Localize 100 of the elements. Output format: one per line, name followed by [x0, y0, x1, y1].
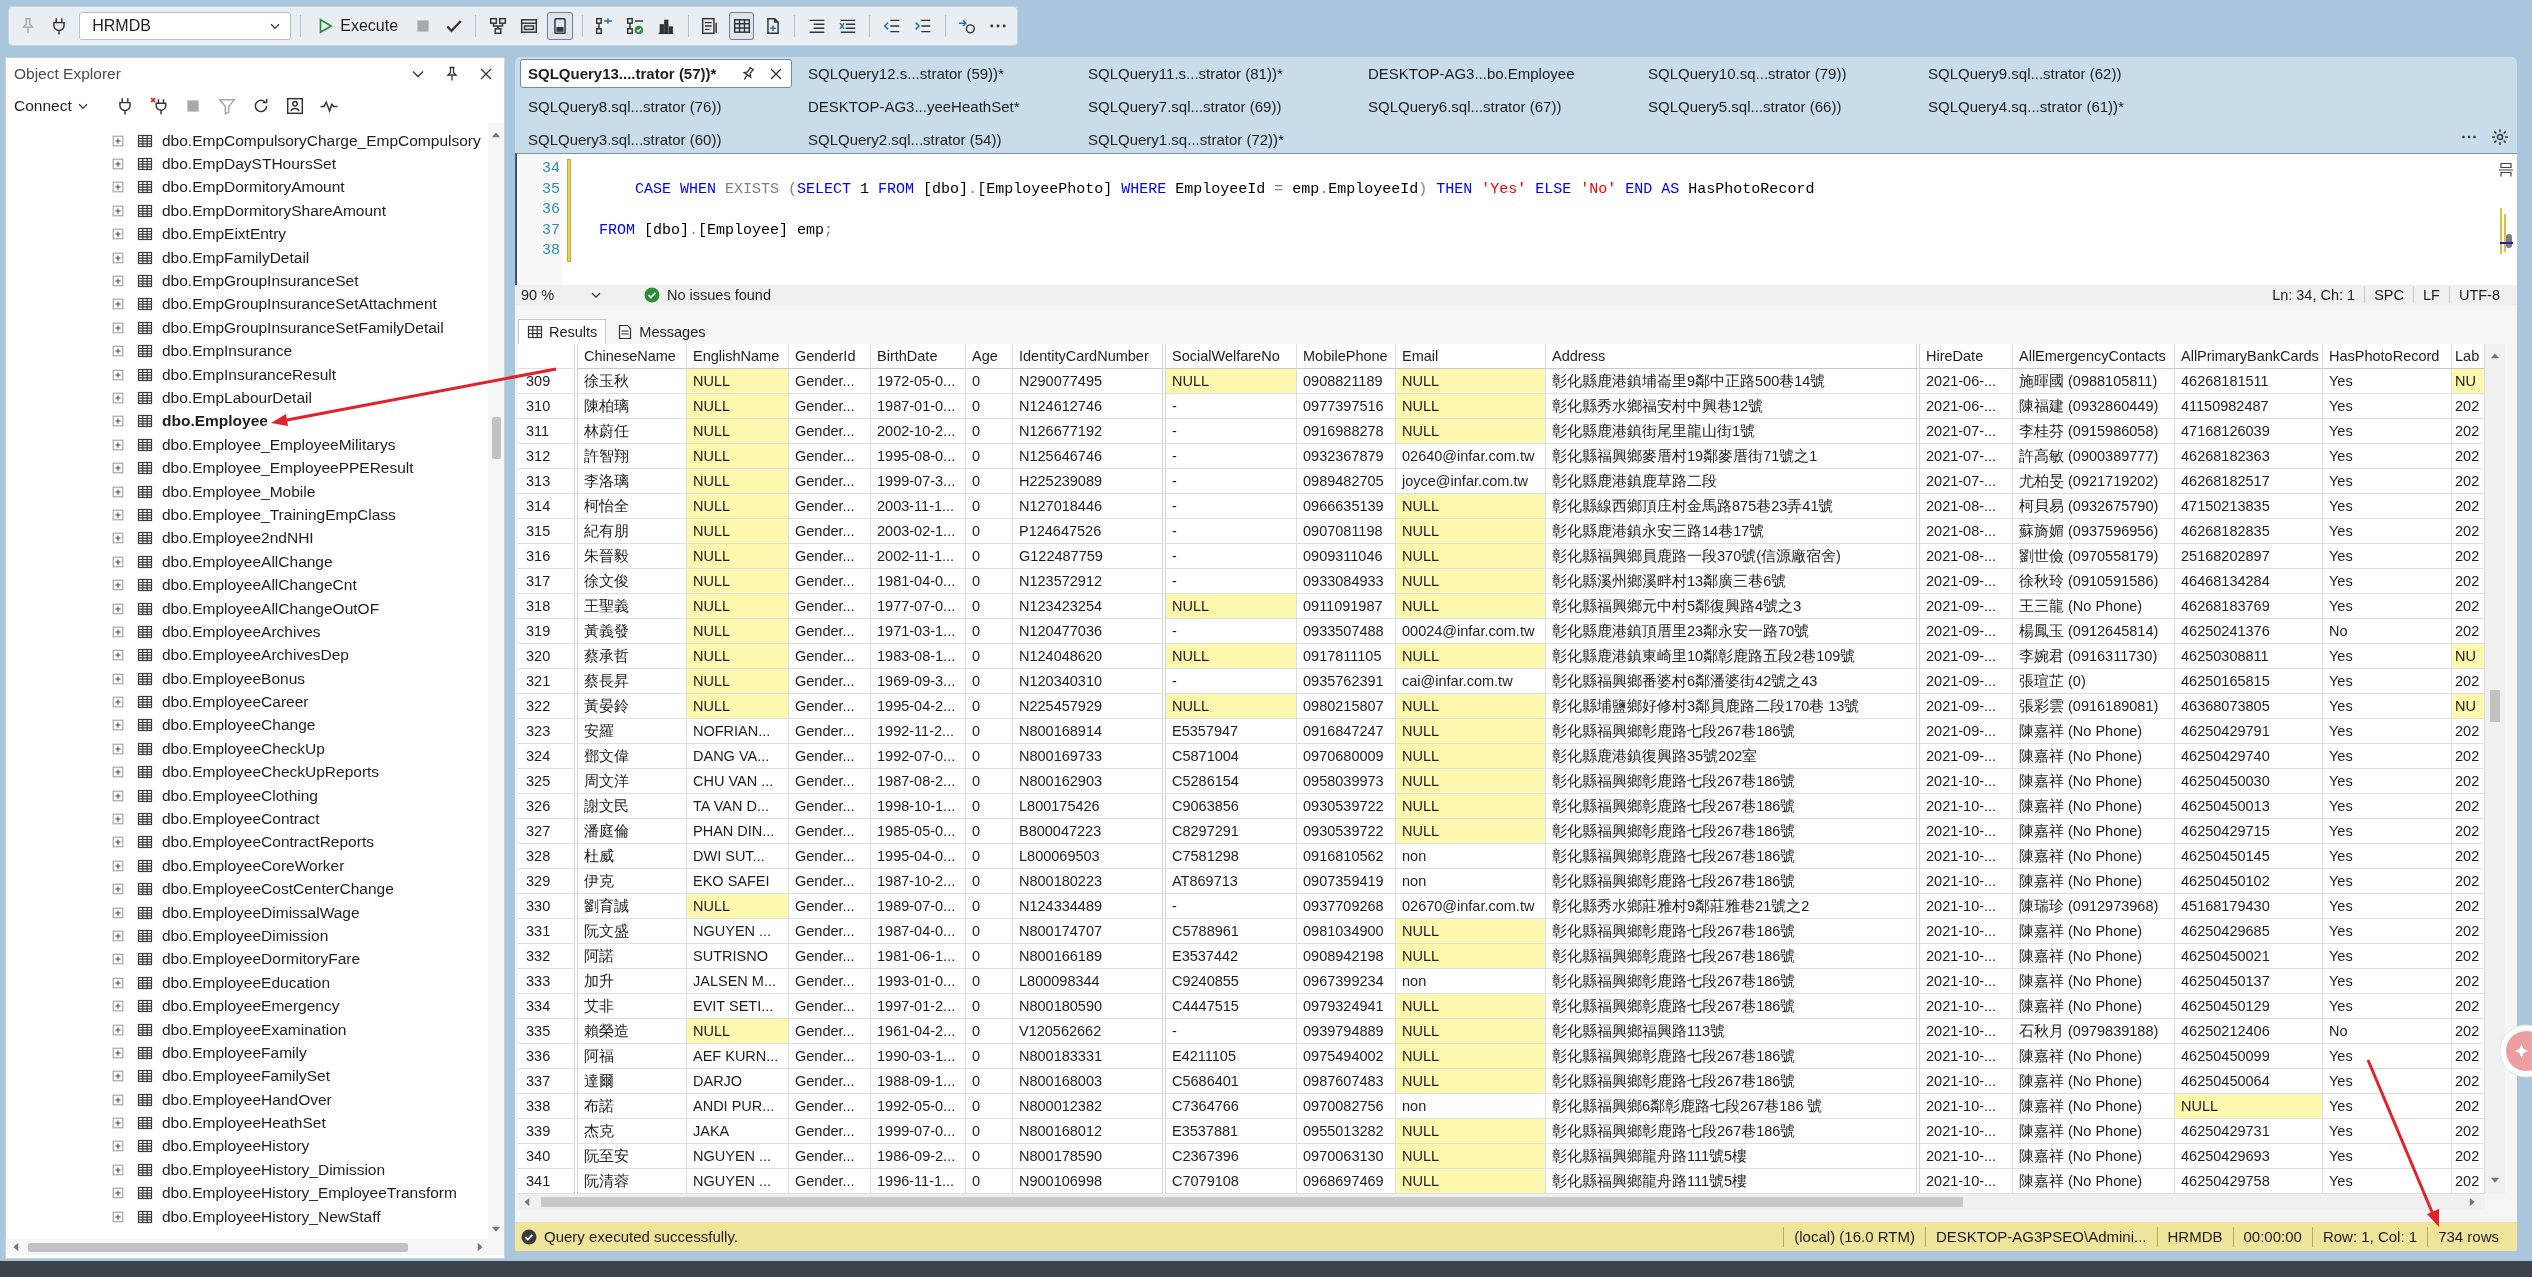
outdent-icon[interactable] [883, 17, 901, 35]
expand-icon[interactable] [111, 437, 125, 452]
results-tab[interactable]: Messages [608, 319, 715, 344]
document-tab[interactable]: SQLQuery2.sql...strator (54)) [800, 125, 1072, 154]
tree-item[interactable]: dbo.EmpDaySTHoursSet [162, 155, 337, 174]
tree-item[interactable]: dbo.EmpEixtEntry [162, 225, 287, 244]
expand-icon[interactable] [111, 1162, 125, 1177]
tree-item[interactable]: dbo.EmpInsuranceResult [162, 365, 337, 384]
tree-item[interactable]: dbo.EmpGroupInsuranceSetAttachment [162, 295, 437, 314]
expand-icon[interactable] [111, 320, 125, 335]
scrollbar-thumb[interactable] [2490, 690, 2500, 722]
expand-icon[interactable] [111, 718, 125, 733]
expand-icon[interactable] [111, 882, 125, 897]
tree-item[interactable]: dbo.EmployeeChange [162, 716, 316, 735]
tree-item[interactable]: dbo.EmployeeArchivesDep [162, 646, 349, 665]
tree-item[interactable]: dbo.EmployeeDimissalWage [162, 903, 360, 922]
document-tab[interactable]: SQLQuery7.sql...strator (69)) [1080, 92, 1352, 121]
indent-icon[interactable] [914, 17, 933, 35]
tree-item[interactable]: dbo.EmployeeAllChange [162, 552, 333, 571]
tree-item[interactable]: dbo.EmpGroupInsuranceSetFamilyDetail [162, 318, 444, 337]
tree-item[interactable]: dbo.EmployeeFamily [162, 1043, 307, 1062]
expand-icon[interactable] [111, 133, 125, 148]
column-header[interactable]: BirthDate [871, 344, 966, 369]
expand-icon[interactable] [111, 1022, 125, 1037]
database-dropdown[interactable]: HRMDB [79, 12, 292, 40]
document-tab[interactable]: SQLQuery11.s...strator (81))* [1080, 59, 1352, 88]
tree-item[interactable]: dbo.EmployeeHistory [162, 1137, 310, 1156]
expand-icon[interactable] [111, 414, 125, 429]
expand-icon[interactable] [111, 203, 125, 218]
parameter-icon[interactable] [958, 17, 977, 35]
document-tab[interactable]: SQLQuery1.sq...strator (72))* [1080, 125, 1352, 154]
expand-icon[interactable] [111, 531, 125, 546]
tree-item[interactable]: dbo.EmployeeBonus [162, 669, 306, 688]
column-header[interactable]: HasPhotoRecord [2323, 344, 2452, 369]
expand-icon[interactable] [111, 835, 125, 850]
toggle-button[interactable] [729, 12, 755, 40]
expand-icon[interactable] [111, 367, 125, 382]
expand-icon[interactable] [111, 1209, 125, 1224]
tree-item[interactable]: dbo.EmployeeArchives [162, 622, 321, 641]
comment-icon[interactable] [807, 17, 826, 35]
tree-item[interactable]: dbo.EmployeeHistory_Dimission [162, 1160, 386, 1179]
expand-icon[interactable] [111, 928, 125, 943]
uncomment-icon[interactable] [838, 17, 857, 35]
activity-monitor-icon[interactable] [285, 97, 304, 115]
document-tab[interactable]: SQLQuery9.sql...strator (62)) [1920, 59, 2192, 88]
tree-item[interactable]: dbo.EmployeeDormitoryFare [162, 950, 361, 969]
column-header[interactable]: HireDate [1920, 344, 2013, 369]
document-tab[interactable]: DESKTOP-AG3...bo.Employee [1360, 59, 1632, 88]
tree-item[interactable]: dbo.EmployeeContractReports [162, 833, 374, 852]
toggle-button[interactable] [547, 12, 573, 40]
expand-icon[interactable] [111, 507, 125, 522]
tree-item[interactable]: dbo.EmployeeHandOver [162, 1090, 332, 1109]
plan-icon[interactable] [595, 17, 614, 35]
expand-icon[interactable] [111, 1069, 125, 1084]
tree-item[interactable]: dbo.EmployeeAllChangeCnt [162, 576, 357, 595]
scrollbar-thumb[interactable] [491, 417, 501, 459]
tree-item[interactable]: dbo.Employee_EmployeeMilitarys [162, 435, 396, 454]
tree-item[interactable]: dbo.EmpDormitoryAmount [162, 178, 345, 197]
expand-icon[interactable] [111, 484, 125, 499]
expand-icon[interactable] [111, 1045, 125, 1060]
tree-item[interactable]: dbo.EmpCompulsoryCharge_EmpCompulsory [162, 131, 481, 150]
tree-item[interactable]: dbo.EmployeeCheckUpReports [162, 763, 380, 782]
execute-button[interactable]: Execute [310, 12, 405, 40]
expand-icon[interactable] [111, 741, 125, 756]
expand-icon[interactable] [111, 999, 125, 1014]
document-icon[interactable] [551, 17, 569, 35]
corner-cell[interactable] [518, 344, 578, 369]
expand-icon[interactable] [111, 952, 125, 967]
column-header[interactable]: Address [1546, 344, 1920, 369]
tree-item[interactable]: dbo.EmployeeCheckUp [162, 739, 325, 758]
tree-item[interactable]: dbo.EmployeeHeathSet [162, 1114, 326, 1133]
tree-item[interactable]: dbo.EmpInsurance [162, 342, 293, 361]
document-tab[interactable]: SQLQuery8.sql...strator (76)) [520, 92, 792, 121]
tree-item[interactable]: dbo.EmpFamilyDetail [162, 248, 310, 267]
encoding[interactable]: UTF-8 [2448, 287, 2509, 303]
expand-icon[interactable] [111, 250, 125, 265]
expand-icon[interactable] [111, 1139, 125, 1154]
column-header[interactable]: AllEmergencyContacts [2013, 344, 2175, 369]
expand-icon[interactable] [111, 227, 125, 242]
expand-icon[interactable] [111, 391, 125, 405]
expand-icon[interactable] [111, 578, 125, 593]
scroll-map-icon[interactable] [2499, 208, 2513, 254]
column-header[interactable]: IdentityCardNumber [1013, 344, 1166, 369]
tree-item[interactable]: dbo.EmpLabourDetail [162, 389, 312, 407]
settings-icon[interactable] [2491, 128, 2509, 146]
tree-item[interactable]: dbo.EmployeeCareer [162, 693, 309, 712]
disconnect-icon[interactable] [149, 97, 168, 115]
tree-item[interactable]: dbo.EmployeeContract [162, 810, 320, 828]
document-tab[interactable]: SQLQuery13....trator (57))* [520, 59, 792, 88]
expand-icon[interactable] [111, 648, 125, 663]
scrollbar-thumb[interactable] [28, 1242, 408, 1252]
tree-item[interactable]: dbo.EmployeeCostCenterChange [162, 880, 394, 899]
expand-icon[interactable] [111, 274, 125, 289]
document-tab[interactable]: SQLQuery3.sql...strator (60)) [520, 125, 792, 154]
expand-icon[interactable] [111, 858, 125, 873]
expand-icon[interactable] [111, 157, 125, 172]
chart-icon[interactable] [657, 17, 676, 35]
tree-item[interactable]: dbo.EmpGroupInsuranceSet [162, 272, 359, 291]
expand-icon[interactable] [111, 601, 125, 616]
tree-item[interactable]: dbo.Employee2ndNHI [162, 529, 314, 548]
